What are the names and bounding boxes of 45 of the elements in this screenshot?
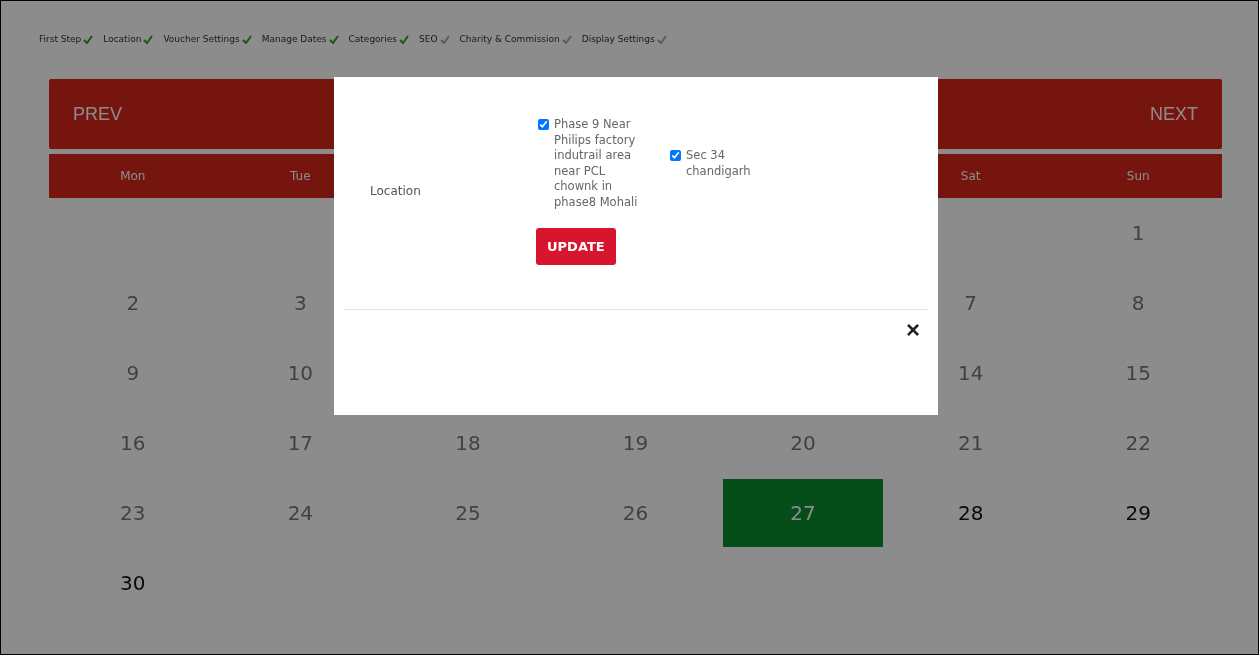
- calendar-day: 16: [120, 431, 146, 455]
- location-option: Phase 9 Near Philips factory indutrail area near PCL chownk in phase8 Mohali: [554, 117, 648, 210]
- calendar-day: 26: [622, 501, 649, 525]
- calendar-day: 24: [287, 501, 314, 525]
- calendar-day: 1: [1131, 221, 1145, 245]
- weekday-label: Tue: [290, 169, 311, 183]
- calendar-day: 17: [287, 431, 314, 455]
- calendar-day: 25: [455, 501, 481, 525]
- calendar-day[interactable]: 27: [723, 479, 884, 547]
- location-checkbox[interactable]: [670, 150, 681, 161]
- wizard-step[interactable]: First Step: [39, 34, 94, 44]
- calendar-day[interactable]: 30: [120, 571, 146, 595]
- wizard-step[interactable]: Display Settings: [581, 34, 667, 44]
- update-button[interactable]: UPDATE: [536, 228, 616, 265]
- wizard-step[interactable]: Voucher Settings: [163, 34, 252, 44]
- calendar-day: 3: [294, 291, 307, 315]
- wizard-step[interactable]: Manage Dates: [261, 34, 339, 44]
- calendar-day: 19: [622, 431, 649, 455]
- calendar-day: 2: [126, 291, 140, 315]
- wizard-step[interactable]: SEO: [419, 34, 450, 44]
- close-button[interactable]: ×: [906, 318, 920, 342]
- location-option: Sec 34 chandigarh: [686, 148, 758, 179]
- weekday-label: Sun: [1126, 169, 1150, 183]
- calendar-day: 14: [957, 361, 984, 385]
- wizard-step[interactable]: Categories: [348, 34, 410, 44]
- calendar-day: 23: [120, 501, 146, 525]
- prev-button[interactable]: PREV: [73, 103, 123, 125]
- calendar-day: 7: [964, 291, 977, 315]
- calendar-day: 15: [1125, 361, 1151, 385]
- calendar-day: 18: [455, 431, 481, 455]
- calendar-day: 8: [1131, 291, 1145, 315]
- weekday-label: Sat: [960, 169, 981, 183]
- calendar-day[interactable]: 28: [957, 501, 984, 525]
- calendar-day: 22: [1125, 431, 1151, 455]
- calendar-day: 9: [126, 361, 140, 385]
- calendar-day: 21: [957, 431, 984, 455]
- field-label: Location: [369, 184, 422, 198]
- wizard-step[interactable]: Charity & Commission: [459, 34, 572, 44]
- weekday-label: Mon: [120, 169, 146, 183]
- wizard-step[interactable]: Location: [103, 34, 154, 44]
- calendar-day[interactable]: 29: [1125, 501, 1151, 525]
- calendar-day: 20: [790, 431, 816, 455]
- location-checkbox[interactable]: [538, 119, 549, 130]
- calendar-day: 10: [287, 361, 314, 385]
- next-button[interactable]: NEXT: [1150, 103, 1198, 125]
